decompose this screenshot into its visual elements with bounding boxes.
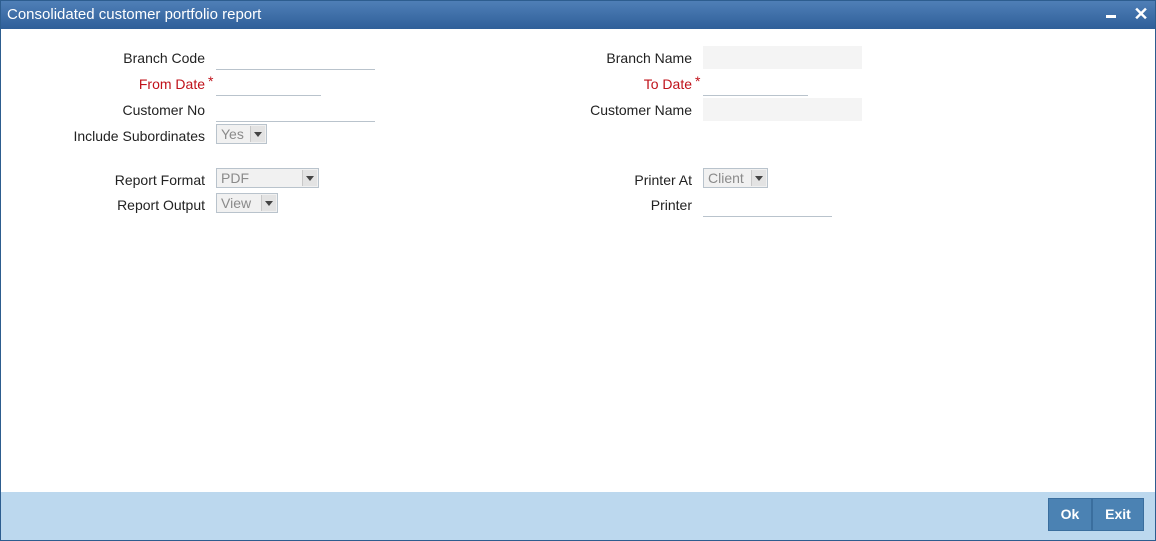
chevron-down-icon[interactable] xyxy=(250,126,265,142)
exit-button[interactable]: Exit xyxy=(1092,498,1144,531)
customer-name-input xyxy=(703,98,862,121)
required-marker: * xyxy=(208,73,214,89)
report-output-select[interactable]: View xyxy=(216,193,278,213)
to-date-label: To Date xyxy=(643,76,692,92)
printer-input[interactable] xyxy=(703,194,832,217)
printer-at-value: Client xyxy=(708,170,744,186)
title-bar: Consolidated customer portfolio report ✕ xyxy=(1,1,1155,29)
customer-no-label: Customer No xyxy=(122,102,205,118)
from-date-label: From Date xyxy=(138,76,205,92)
ok-button[interactable]: Ok xyxy=(1048,498,1092,531)
report-output-value: View xyxy=(221,195,252,211)
report-format-value: PDF xyxy=(221,170,249,186)
report-output-label: Report Output xyxy=(117,197,205,213)
chevron-down-icon[interactable] xyxy=(751,170,766,186)
footer-bar: Ok Exit xyxy=(1,492,1155,540)
window-title: Consolidated customer portfolio report xyxy=(7,6,262,23)
minimize-icon[interactable] xyxy=(1101,4,1121,24)
printer-at-select[interactable]: Client xyxy=(703,168,768,188)
required-marker: * xyxy=(695,73,701,89)
report-window: Consolidated customer portfolio report ✕… xyxy=(0,0,1156,541)
branch-code-input[interactable] xyxy=(216,47,375,70)
printer-at-label: Printer At xyxy=(634,172,692,188)
chevron-down-icon[interactable] xyxy=(302,170,317,186)
branch-code-label: Branch Code xyxy=(123,50,205,66)
printer-label: Printer xyxy=(650,197,692,213)
chevron-down-icon[interactable] xyxy=(261,195,276,211)
customer-name-label: Customer Name xyxy=(590,102,692,118)
include-subordinates-select[interactable]: Yes xyxy=(216,124,267,144)
include-subordinates-value: Yes xyxy=(221,126,244,142)
report-format-label: Report Format xyxy=(114,172,205,188)
from-date-input[interactable] xyxy=(216,73,321,96)
close-icon[interactable]: ✕ xyxy=(1131,4,1151,24)
branch-name-label: Branch Name xyxy=(606,50,692,66)
branch-name-input xyxy=(703,46,862,69)
customer-no-input[interactable] xyxy=(216,99,375,122)
report-format-select[interactable]: PDF xyxy=(216,168,319,188)
to-date-input[interactable] xyxy=(703,73,808,96)
include-subordinates-label: Include Subordinates xyxy=(73,128,205,144)
